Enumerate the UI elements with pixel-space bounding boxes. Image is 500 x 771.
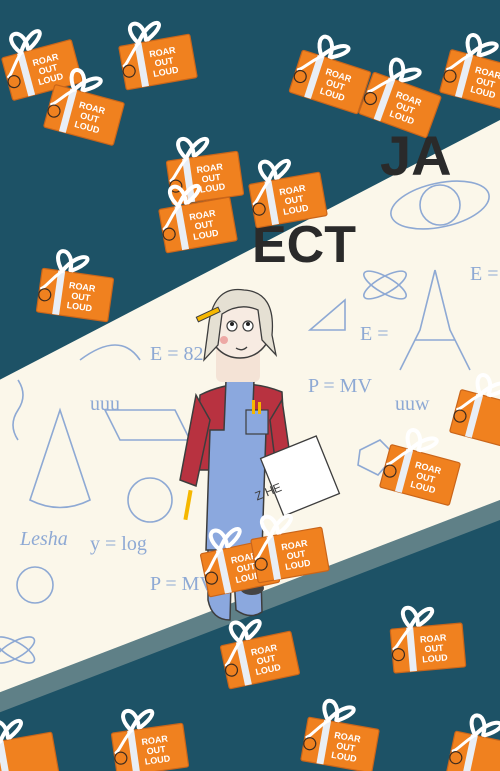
scribble-1: Lesha — [19, 528, 68, 550]
gift-box-19 — [0, 710, 62, 771]
formula-2: P = MV — [308, 375, 372, 397]
scribble-2: uuu — [90, 393, 120, 415]
overalls-pocket — [245, 409, 269, 435]
girl-cheek — [220, 336, 228, 344]
scribble-3: uuw — [395, 393, 430, 415]
formula-4: y = log — [90, 533, 147, 555]
pencil-1 — [252, 400, 255, 414]
formula-1: E = 82 — [150, 343, 204, 365]
gift-box-14: ROAROUTLOUD — [386, 601, 468, 676]
illustration-svg: JA ECT E = 82 P = MV E = y = log P = MV … — [0, 12, 500, 771]
pencil-2 — [258, 402, 261, 414]
gift-box-17: ROAROUTLOUD — [298, 695, 385, 771]
gift-box-16: ROAROUTLOUD — [106, 701, 191, 771]
illustration-canvas: JA ECT E = 82 P = MV E = y = log P = MV … — [0, 0, 500, 771]
gift-box-7: ROAROUTLOUD — [161, 129, 246, 207]
gift-box-9: ROAROUTLOUD — [243, 150, 330, 230]
gift-box-6: ROAROUTLOUD — [437, 28, 500, 113]
formula-6: E = — [470, 263, 499, 285]
gift-box-2: ROAROUTLOUD — [113, 12, 200, 92]
gift-box-20 — [444, 709, 500, 771]
formula-3: E = — [360, 323, 389, 345]
gift-box-10: ROAROUTLOUD — [34, 246, 119, 324]
